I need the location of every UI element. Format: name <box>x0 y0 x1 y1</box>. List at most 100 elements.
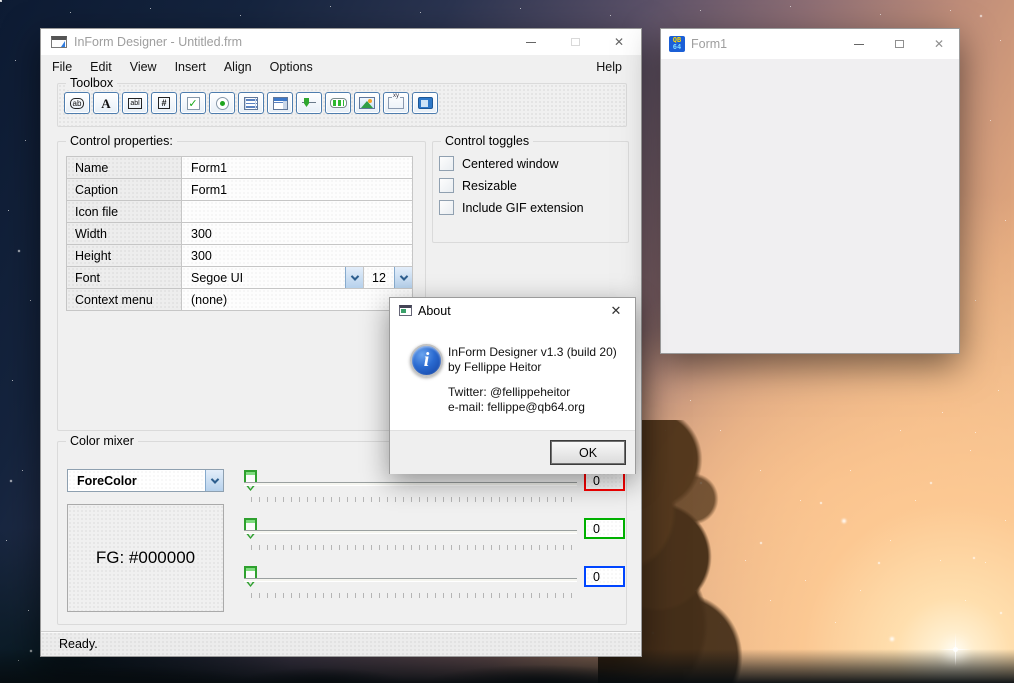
blue-value-input[interactable]: 0 <box>584 566 625 587</box>
checkbox-icon: ✓ <box>186 96 200 110</box>
red-slider-track[interactable] <box>244 482 577 485</box>
font-name-value[interactable]: Segoe UI <box>182 271 345 285</box>
prop-label-height: Height <box>67 245 182 266</box>
tool-container[interactable] <box>412 92 438 114</box>
chevron-down-icon <box>399 271 408 281</box>
main-titlebar[interactable]: InForm Designer - Untitled.frm ✕ <box>41 29 641 55</box>
resizable-checkbox[interactable] <box>439 178 454 193</box>
prop-value-width[interactable]: 300 <box>182 223 412 244</box>
maximize-icon <box>570 38 580 46</box>
green-slider-track[interactable] <box>244 530 577 533</box>
main-maximize-button[interactable] <box>553 29 597 55</box>
main-minimize-button[interactable] <box>509 29 553 55</box>
about-dialog-icon <box>399 305 412 316</box>
toggle-label: Include GIF extension <box>462 200 584 215</box>
tool-dropdown-list[interactable] <box>267 92 293 114</box>
container-icon <box>417 97 433 109</box>
prop-value-context-menu[interactable]: (none) <box>182 289 412 310</box>
form1-titlebar[interactable]: QB 64 Form1 ✕ <box>661 29 959 59</box>
form1-minimize-button[interactable] <box>839 29 879 59</box>
tool-command-button[interactable]: ab <box>64 92 90 114</box>
main-close-button[interactable]: ✕ <box>597 29 641 55</box>
prop-label-caption: Caption <box>67 179 182 200</box>
color-target-select[interactable]: ForeColor <box>67 469 224 492</box>
color-target-value: ForeColor <box>77 473 137 488</box>
about-line-2: by Fellippe Heitor <box>448 360 542 374</box>
menu-item-align[interactable]: Align <box>215 55 261 79</box>
control-properties-group: Control properties: Name Form1 Caption F… <box>57 134 426 431</box>
tool-track-bar[interactable] <box>296 92 322 114</box>
color-preview-text: FG: #000000 <box>95 548 196 567</box>
form-design-canvas[interactable] <box>661 59 959 353</box>
font-size-dropdown-button[interactable] <box>394 267 412 288</box>
form1-close-button[interactable]: ✕ <box>919 29 959 59</box>
close-icon: ✕ <box>933 37 945 51</box>
tool-textbox[interactable]: abl <box>122 92 148 114</box>
starfield-bright <box>0 0 2 2</box>
blue-slider-thumb[interactable] <box>244 566 257 587</box>
include-gif-checkbox[interactable] <box>439 200 454 215</box>
tool-label[interactable]: A <box>93 92 119 114</box>
list-box-icon <box>244 96 258 110</box>
about-title: About <box>418 303 451 318</box>
centered-window-checkbox[interactable] <box>439 156 454 171</box>
color-target-dropdown-button[interactable] <box>205 470 223 491</box>
control-toggles-legend: Control toggles <box>441 134 534 148</box>
about-titlebar[interactable]: About ✕ <box>390 298 635 323</box>
tool-frame[interactable]: xy <box>383 92 409 114</box>
font-name-dropdown-button[interactable] <box>345 267 363 288</box>
menu-item-help[interactable]: Help <box>587 55 631 79</box>
about-close-button[interactable]: ✕ <box>597 298 635 323</box>
menubar: File Edit View Insert Align Options Help <box>41 55 641 79</box>
track-bar-icon <box>301 97 317 109</box>
tool-numeric-textbox[interactable]: # <box>151 92 177 114</box>
prop-label-width: Width <box>67 223 182 244</box>
tool-list-box[interactable] <box>238 92 264 114</box>
menu-item-options[interactable]: Options <box>261 55 322 79</box>
tool-radio-button[interactable] <box>209 92 235 114</box>
control-properties-legend: Control properties: <box>66 134 177 148</box>
form1-window: QB 64 Form1 ✕ <box>660 28 960 354</box>
green-slider-thumb[interactable] <box>244 518 257 539</box>
about-line-4: e-mail: fellippe@qb64.org <box>448 400 585 414</box>
menu-item-insert[interactable]: Insert <box>166 55 215 79</box>
red-slider-ticks <box>251 497 573 502</box>
tool-progress-bar[interactable] <box>325 92 351 114</box>
prop-value-height[interactable]: 300 <box>182 245 412 266</box>
table-row: Icon file <box>67 201 412 223</box>
close-icon: ✕ <box>610 302 622 318</box>
toolbox-group: Toolbox ab A abl # ✓ xy <box>57 76 627 127</box>
frame-icon: xy <box>388 93 404 109</box>
prop-value-caption[interactable]: Form1 <box>182 179 412 200</box>
toggle-row: Centered window <box>439 156 559 171</box>
radio-button-icon <box>215 96 229 110</box>
blue-slider-ticks <box>251 593 573 598</box>
form1-title: Form1 <box>691 37 728 51</box>
properties-table: Name Form1 Caption Form1 Icon file Width… <box>66 156 413 311</box>
toggle-row: Resizable <box>439 178 517 193</box>
prop-value-icon-file[interactable] <box>182 201 412 222</box>
table-row: Height 300 <box>67 245 412 267</box>
blue-slider-track[interactable] <box>244 578 577 581</box>
info-icon <box>410 344 443 377</box>
table-row: Caption Form1 <box>67 179 412 201</box>
form1-maximize-button[interactable] <box>879 29 919 59</box>
menu-item-view[interactable]: View <box>121 55 166 79</box>
table-row: Width 300 <box>67 223 412 245</box>
app-icon <box>51 36 67 48</box>
toolbox-legend: Toolbox <box>66 76 118 90</box>
ok-button[interactable]: OK <box>551 441 625 464</box>
chevron-down-icon <box>210 474 219 484</box>
status-text: Ready. <box>59 637 98 651</box>
red-slider-thumb[interactable] <box>244 470 257 491</box>
about-dialog: About ✕ InForm Designer v1.3 (build 20) … <box>389 297 636 474</box>
tool-picture-box[interactable] <box>354 92 380 114</box>
green-value-input[interactable]: 0 <box>584 518 625 539</box>
toggle-row: Include GIF extension <box>439 200 584 215</box>
tool-checkbox[interactable]: ✓ <box>180 92 206 114</box>
picture-box-icon <box>359 97 375 109</box>
prop-value-name[interactable]: Form1 <box>182 157 412 178</box>
green-slider-ticks <box>251 545 573 550</box>
font-size-value[interactable]: 12 <box>363 267 394 288</box>
dropdown-list-icon <box>272 96 288 110</box>
